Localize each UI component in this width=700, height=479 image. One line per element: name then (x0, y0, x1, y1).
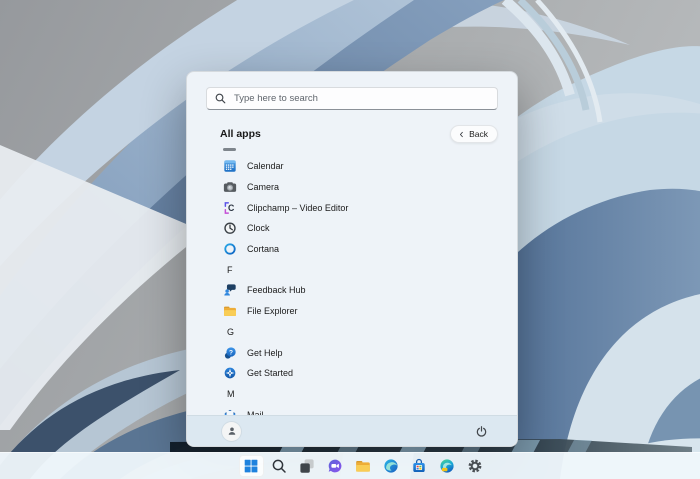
chevron-left-icon (458, 131, 465, 138)
app-label: Get Help (247, 348, 283, 358)
user-avatar-icon (226, 425, 238, 437)
file-explorer-icon (223, 304, 237, 318)
taskbar-task-view-button[interactable] (295, 455, 320, 477)
app-item-get-started[interactable]: Get Started (223, 363, 517, 384)
feedback-hub-icon (223, 283, 237, 297)
search-icon (214, 92, 227, 105)
app-label: Cortana (247, 244, 279, 254)
edge-icon (383, 458, 399, 474)
section-letter: M (227, 389, 235, 399)
section-header-m: M (223, 384, 517, 405)
get-help-icon (223, 346, 237, 360)
app-label: Calendar (247, 161, 284, 171)
windows-icon (243, 458, 259, 474)
power-icon (475, 425, 488, 438)
app-label: Get Started (247, 368, 293, 378)
chat-icon (327, 458, 343, 474)
app-item-mail[interactable]: Mail (223, 404, 517, 415)
calendar-icon (223, 159, 237, 173)
app-item-file-explorer[interactable]: File Explorer (223, 301, 517, 322)
mail-icon (223, 408, 237, 415)
app-label: Clipchamp – Video Editor (247, 203, 348, 213)
app-item-calendar[interactable]: Calendar (223, 156, 517, 177)
taskbar-start-button[interactable] (239, 455, 264, 477)
section-letter: F (227, 265, 233, 275)
taskbar-settings-button[interactable] (463, 455, 488, 477)
clipchamp-icon (223, 201, 237, 215)
power-button[interactable] (472, 422, 490, 440)
app-label: File Explorer (247, 306, 298, 316)
edge-beta-icon (439, 458, 455, 474)
user-account-button[interactable] (222, 422, 241, 441)
taskbar-edge-button[interactable] (379, 455, 404, 477)
back-label: Back (469, 129, 488, 139)
app-item-get-help[interactable]: Get Help (223, 342, 517, 363)
taskbar-search-button[interactable] (267, 455, 292, 477)
folder-icon (355, 458, 371, 474)
settings-icon (467, 458, 483, 474)
all-apps-header: All apps Back (220, 125, 498, 143)
app-item-feedback-hub[interactable]: Feedback Hub (223, 280, 517, 301)
taskbar (0, 452, 700, 479)
app-label: Clock (247, 223, 270, 233)
app-list: Calendar Camera Clipchamp – Video Editor… (223, 148, 517, 415)
camera-icon (223, 180, 237, 194)
app-label: Feedback Hub (247, 285, 306, 295)
all-apps-title: All apps (220, 128, 261, 140)
app-item-camera[interactable]: Camera (223, 177, 517, 198)
partial-icon (223, 148, 236, 151)
section-letter: G (227, 327, 234, 337)
search-box (206, 87, 498, 110)
taskbar-store-button[interactable] (407, 455, 432, 477)
get-started-icon (223, 366, 237, 380)
search-input[interactable] (206, 87, 498, 110)
app-label: Camera (247, 182, 279, 192)
start-menu-footer (187, 415, 517, 446)
taskbar-icons (239, 455, 488, 477)
taskbar-edge-beta-button[interactable] (435, 455, 460, 477)
section-header-f: F (223, 259, 517, 280)
app-item-cortana[interactable]: Cortana (223, 239, 517, 260)
taskbar-file-explorer-button[interactable] (351, 455, 376, 477)
cortana-icon (223, 242, 237, 256)
scrolled-item-remnant (223, 148, 517, 156)
start-menu-panel: All apps Back Calendar Camera Clipchamp … (186, 71, 518, 447)
task-view-icon (299, 458, 315, 474)
clock-icon (223, 221, 237, 235)
search-icon (271, 458, 287, 474)
taskbar-chat-button[interactable] (323, 455, 348, 477)
app-item-clock[interactable]: Clock (223, 218, 517, 239)
app-item-clipchamp[interactable]: Clipchamp – Video Editor (223, 197, 517, 218)
section-header-g: G (223, 322, 517, 343)
store-icon (411, 458, 427, 474)
back-button[interactable]: Back (450, 125, 498, 143)
